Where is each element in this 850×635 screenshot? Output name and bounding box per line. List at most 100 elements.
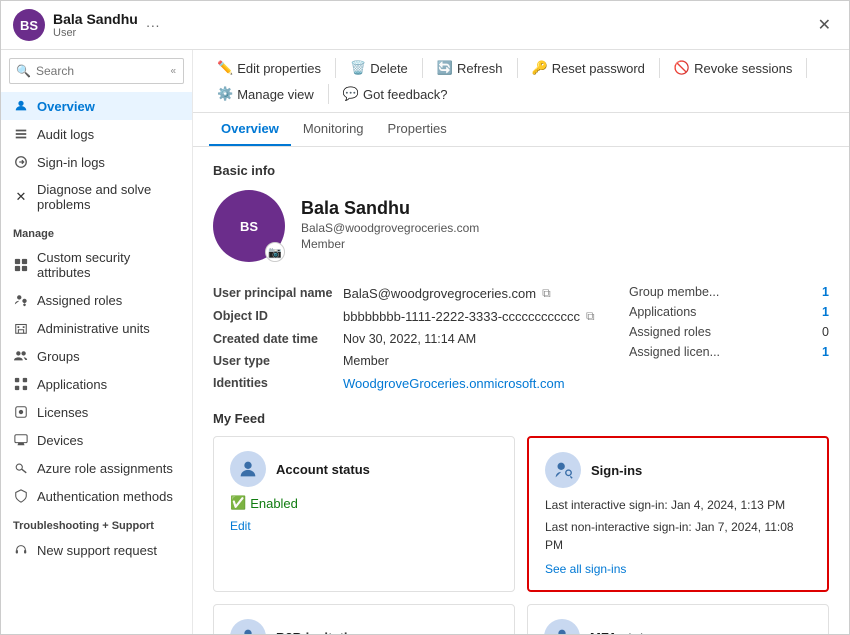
signins-user-icon (545, 452, 581, 488)
feedback-button[interactable]: 💬 Got feedback? (335, 82, 456, 106)
sidebar-item-azure-roles[interactable]: Azure role assignments (1, 454, 192, 482)
sidebar-item-admin-units[interactable]: Administrative units (1, 314, 192, 342)
close-button[interactable]: ✕ (812, 13, 837, 37)
created-value: Nov 30, 2022, 11:14 AM (343, 332, 476, 346)
see-all-signins-link[interactable]: See all sign-ins (545, 562, 811, 576)
sidebar-label-overview: Overview (37, 99, 95, 114)
divider-4 (659, 58, 660, 78)
revoke-sessions-button[interactable]: 🚫 Revoke sessions (666, 56, 800, 80)
stats-panel: Group membe... 1 Applications 1 Assigned… (609, 282, 829, 395)
account-edit-link[interactable]: Edit (230, 519, 498, 533)
title-role: User (53, 27, 138, 39)
copy-objid-icon[interactable]: ⧉ (586, 309, 595, 324)
card-account-status: Account status ✅ Enabled Edit (213, 436, 515, 592)
stat-value-licenses[interactable]: 1 (822, 345, 829, 359)
main-window: BS Bala Sandhu User ··· ✕ 🔍 « Overview (0, 0, 850, 635)
copy-upn-icon[interactable]: ⧉ (542, 286, 551, 301)
profile-type: Member (301, 237, 479, 251)
tab-monitoring[interactable]: Monitoring (291, 113, 376, 146)
identities-link[interactable]: WoodgroveGroceries.onmicrosoft.com (343, 376, 565, 391)
sidebar-item-groups[interactable]: Groups (1, 342, 192, 370)
manage-view-button[interactable]: ⚙️ Manage view (209, 82, 322, 106)
divider-6 (328, 84, 329, 104)
sidebar-item-applications[interactable]: Applications (1, 370, 192, 398)
signin-non-interactive: Last non-interactive sign-in: Jan 7, 202… (545, 518, 811, 554)
stat-value-roles[interactable]: 0 (822, 325, 829, 339)
card-header-b2b: B2B invitation (230, 619, 498, 634)
device-icon (13, 432, 29, 448)
auth-icon (13, 488, 29, 504)
stat-value-group[interactable]: 1 (822, 285, 829, 299)
info-row-usertype: User type Member (213, 350, 609, 372)
mfa-user-icon (544, 619, 580, 634)
usertype-label: User type (213, 354, 343, 368)
signin-icon (13, 154, 29, 170)
manage-view-icon: ⚙️ (217, 86, 233, 102)
toolbar: ✏️ Edit properties 🗑️ Delete 🔄 Refresh 🔑… (193, 50, 849, 113)
search-input[interactable] (9, 58, 184, 84)
search-box: 🔍 « (9, 58, 184, 84)
account-status-value: ✅ Enabled (230, 495, 498, 511)
search-icon: 🔍 (16, 64, 31, 78)
card-sign-ins: Sign-ins Last interactive sign-in: Jan 4… (527, 436, 829, 592)
info-row-objid: Object ID bbbbbbbb-1111-2222-3333-cccccc… (213, 305, 609, 328)
info-fields: User principal name BalaS@woodgrovegroce… (213, 282, 609, 395)
license-icon (13, 404, 29, 420)
identities-label: Identities (213, 376, 343, 391)
feedback-icon: 💬 (343, 86, 359, 102)
profile-section: BS 📷 Bala Sandhu BalaS@woodgrovegrocerie… (213, 190, 829, 262)
sidebar-item-overview[interactable]: Overview (1, 92, 192, 120)
sidebar-item-devices[interactable]: Devices (1, 426, 192, 454)
card-header-account: Account status (230, 451, 498, 487)
edit-icon: ✏️ (217, 60, 233, 76)
stat-applications: Applications 1 (629, 302, 829, 322)
person-icon (13, 98, 29, 114)
key-icon (13, 460, 29, 476)
objid-value: bbbbbbbb-1111-2222-3333-cccccccccccc ⧉ (343, 309, 595, 324)
sidebar-item-support[interactable]: New support request (1, 536, 192, 564)
main-panel: Basic info BS 📷 Bala Sandhu BalaS@woodgr… (193, 147, 849, 634)
divider-1 (335, 58, 336, 78)
profile-name: Bala Sandhu (301, 198, 479, 219)
info-row-upn: User principal name BalaS@woodgrovegroce… (213, 282, 609, 305)
identities-value: WoodgroveGroceries.onmicrosoft.com (343, 376, 565, 391)
avatar-large: BS 📷 (213, 190, 285, 262)
tab-properties[interactable]: Properties (376, 113, 459, 146)
upn-value: BalaS@woodgrovegroceries.com ⧉ (343, 286, 551, 301)
sidebar-item-licenses[interactable]: Licenses (1, 398, 192, 426)
sidebar-label-diagnose: Diagnose and solve problems (37, 182, 180, 212)
sidebar-label-licenses: Licenses (37, 405, 88, 420)
divider-5 (806, 58, 807, 78)
sidebar-item-assigned-roles[interactable]: Assigned roles (1, 286, 192, 314)
sidebar-label-support: New support request (37, 543, 157, 558)
sidebar-item-diagnose[interactable]: ✕ Diagnose and solve problems (1, 176, 192, 218)
camera-icon[interactable]: 📷 (265, 242, 285, 262)
sidebar-item-custom-security[interactable]: Custom security attributes (1, 244, 192, 286)
created-label: Created date time (213, 332, 343, 346)
tab-overview[interactable]: Overview (209, 113, 291, 146)
basic-info-label: Basic info (213, 163, 829, 178)
stat-label-roles: Assigned roles (629, 325, 711, 339)
reset-password-button[interactable]: 🔑 Reset password (524, 56, 653, 80)
b2b-user-icon (230, 619, 266, 634)
stat-group-members: Group membe... 1 (629, 282, 829, 302)
more-options-icon[interactable]: ··· (146, 17, 160, 33)
stat-value-apps[interactable]: 1 (822, 305, 829, 319)
collapse-icon[interactable]: « (170, 66, 176, 77)
stat-licenses: Assigned licen... 1 (629, 342, 829, 362)
avatar-small: BS (13, 9, 45, 41)
edit-properties-button[interactable]: ✏️ Edit properties (209, 56, 329, 80)
sidebar-item-sign-in-logs[interactable]: Sign-in logs (1, 148, 192, 176)
card-mfa: MFA status ✅ Capable with 5 authenticati… (527, 604, 829, 634)
sidebar-item-auth-methods[interactable]: Authentication methods (1, 482, 192, 510)
usertype-value: Member (343, 354, 389, 368)
refresh-button[interactable]: 🔄 Refresh (429, 56, 511, 80)
card-header-mfa: MFA status (544, 619, 812, 634)
sidebar-label-auth-methods: Authentication methods (37, 489, 173, 504)
delete-icon: 🗑️ (350, 60, 366, 76)
sidebar-item-audit-logs[interactable]: Audit logs (1, 120, 192, 148)
sidebar-label-custom-security: Custom security attributes (37, 250, 180, 280)
delete-button[interactable]: 🗑️ Delete (342, 56, 416, 80)
groups-icon (13, 348, 29, 364)
upn-label: User principal name (213, 286, 343, 301)
